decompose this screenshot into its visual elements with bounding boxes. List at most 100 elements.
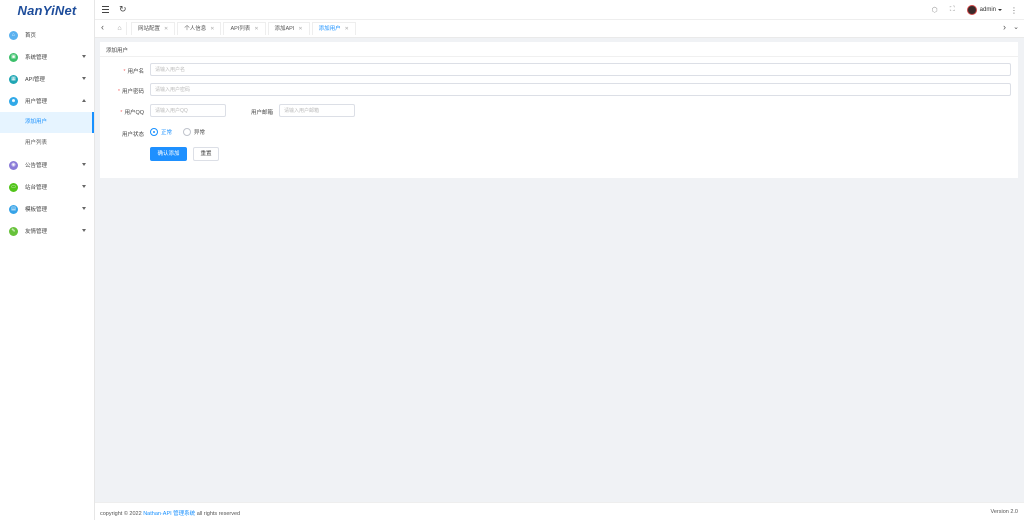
qq-label: * 用户QQ — [96, 108, 144, 116]
user-name[interactable]: admin — [980, 7, 996, 13]
chevron-down-icon — [82, 229, 86, 232]
sidebar-item-label: 公告管理 — [25, 163, 48, 169]
tab-add-user[interactable]: 添加用户 ✕ — [311, 22, 356, 36]
tab-personal-info[interactable]: 个人信息 ✕ — [177, 22, 222, 36]
footer-link[interactable]: Nathan·API 管理系统 — [143, 511, 195, 517]
more-vertical-icon[interactable]: ⋮ — [1010, 6, 1018, 15]
sidebar-item-label: 系统管理 — [25, 55, 48, 61]
chevron-down-icon — [82, 207, 86, 210]
sidebar-item-users[interactable]: ☻ 用户管理 — [0, 90, 94, 112]
chevron-left-icon[interactable]: ‹ — [101, 22, 104, 32]
password-input[interactable] — [150, 83, 1011, 96]
password-label: * 用户密码 — [96, 87, 144, 95]
menu-toggle-icon[interactable] — [102, 6, 109, 13]
close-icon[interactable]: ✕ — [254, 23, 258, 36]
radio-label: 异常 — [194, 130, 206, 136]
email-label: 用户邮箱 — [250, 110, 273, 116]
sidebar-item-system[interactable]: ▣ 系统管理 — [0, 46, 94, 68]
tab-site-config[interactable]: 网站配置 ✕ — [131, 22, 176, 36]
status-radio-abnormal[interactable]: 异常 — [183, 128, 205, 136]
copyright-prefix: copyright © 2022 — [100, 511, 142, 517]
tab-label: API列表 — [230, 25, 251, 32]
users-submenu: 添加用户 用户列表 — [0, 112, 94, 154]
copyright-suffix: all rights reserved — [196, 511, 241, 517]
radio-label: 正常 — [161, 130, 173, 136]
chevron-down-icon — [82, 185, 86, 188]
sidebar-subitem-add-user[interactable]: 添加用户 — [0, 112, 94, 133]
tag-icon[interactable]: ⬡ — [932, 6, 938, 14]
qq-label-text: 用户QQ — [124, 110, 144, 116]
sidebar-item-api[interactable]: ▦ API管理 — [0, 68, 94, 90]
top-header: ↻ ⬡ ⛶ admin ⋮ — [95, 0, 1024, 20]
sidebar-item-label: 首页 — [25, 33, 37, 39]
required-mark: * — [123, 69, 126, 75]
sidebar-item-template[interactable]: ▤ 模板管理 — [0, 198, 94, 220]
avatar[interactable] — [966, 5, 977, 15]
sidebar-menu: ⌂ 首页 ▣ 系统管理 ▦ API管理 ☻ 用户管理 添加用户 用户列表 ◉ 公… — [0, 24, 94, 242]
tabs-bar: ‹ ⌂ 网站配置 ✕ 个人信息 ✕ API列表 ✕ 添加API ✕ 添加用户 ✕ › ⌄ — [95, 20, 1024, 38]
required-mark: * — [117, 89, 120, 95]
email-input[interactable] — [279, 104, 355, 117]
radio-checked-icon — [150, 128, 158, 136]
sidebar-item-label: 友情管理 — [25, 229, 48, 235]
template-icon: ▤ — [9, 204, 18, 214]
username-label: * 用户名 — [96, 67, 144, 75]
tab-api-list[interactable]: API列表 ✕ — [223, 22, 266, 36]
fullscreen-icon[interactable]: ⛶ — [950, 6, 955, 14]
status-label: 用户状态 — [121, 132, 144, 138]
header-right: ⬡ ⛶ admin ⋮ — [920, 4, 1018, 16]
chevron-down-icon — [82, 163, 86, 166]
sidebar-item-label: 用户管理 — [25, 99, 48, 105]
sidebar-item-label: 站台管理 — [25, 185, 48, 191]
required-mark: * — [120, 110, 123, 116]
home-icon: ⌂ — [9, 30, 18, 40]
api-icon: ▦ — [9, 74, 18, 84]
refresh-icon[interactable]: ↻ — [119, 4, 127, 15]
close-icon[interactable]: ✕ — [164, 23, 168, 36]
chevron-down-icon — [82, 77, 86, 80]
chevron-down-icon[interactable]: ⌄ — [1013, 23, 1019, 31]
copyright: copyright © 2022 Nathan·API 管理系统 all rig… — [100, 509, 240, 517]
sidebar: NanYiNet ⌂ 首页 ▣ 系统管理 ▦ API管理 ☻ 用户管理 添加用户… — [0, 0, 95, 520]
link-icon: ✎ — [9, 226, 18, 236]
close-icon[interactable]: ✕ — [210, 23, 214, 36]
password-label-text: 用户密码 — [121, 89, 144, 95]
caret-down-icon[interactable] — [998, 9, 1002, 11]
username-input[interactable] — [150, 63, 1011, 76]
footer: copyright © 2022 Nathan·API 管理系统 all rig… — [95, 502, 1024, 520]
sidebar-subitem-user-list[interactable]: 用户列表 — [0, 133, 94, 154]
tab-label: 个人信息 — [184, 25, 207, 32]
reset-button[interactable]: 重置 — [193, 147, 219, 161]
close-icon[interactable]: ✕ — [345, 23, 349, 36]
notice-icon: ◉ — [9, 160, 18, 170]
brand-logo[interactable]: NanYiNet — [0, 0, 94, 22]
sidebar-item-notice[interactable]: ◉ 公告管理 — [0, 154, 94, 176]
chevron-right-icon[interactable]: › — [1003, 22, 1006, 32]
chevron-down-icon — [82, 55, 86, 58]
tab-label: 网站配置 — [138, 25, 161, 32]
status-radio-normal[interactable]: 正常 — [150, 128, 172, 136]
tab-list: 网站配置 ✕ 个人信息 ✕ API列表 ✕ 添加API ✕ 添加用户 ✕ — [131, 22, 358, 35]
version-label: Version 2.0 — [990, 509, 1018, 515]
user-icon: ☻ — [9, 96, 18, 106]
radio-unchecked-icon — [183, 128, 191, 136]
sidebar-item-station[interactable]: ▭ 站台管理 — [0, 176, 94, 198]
username-label-text: 用户名 — [127, 69, 144, 75]
divider — [100, 56, 1018, 57]
qq-input[interactable] — [150, 104, 226, 117]
sidebar-item-label: API管理 — [25, 77, 45, 83]
sidebar-item-links[interactable]: ✎ 友情管理 — [0, 220, 94, 242]
tab-add-api[interactable]: 添加API ✕ — [267, 22, 310, 36]
tab-label: 添加API — [274, 25, 295, 32]
tab-label: 添加用户 — [318, 25, 341, 32]
card-title: 添加用户 — [106, 48, 129, 54]
sidebar-item-home[interactable]: ⌂ 首页 — [0, 24, 94, 46]
sidebar-item-label: 模板管理 — [25, 207, 48, 213]
settings-icon: ▣ — [9, 52, 18, 62]
close-icon[interactable]: ✕ — [298, 23, 302, 36]
confirm-add-button[interactable]: 确认添加 — [150, 147, 187, 161]
add-user-card: 添加用户 *用户名 *用户密码 *用户QQ 用户邮箱 用户状态 正常 异常 确认… — [100, 42, 1018, 178]
station-icon: ▭ — [9, 182, 18, 192]
home-tab-icon[interactable]: ⌂ — [113, 22, 127, 35]
chevron-up-icon — [82, 99, 86, 102]
